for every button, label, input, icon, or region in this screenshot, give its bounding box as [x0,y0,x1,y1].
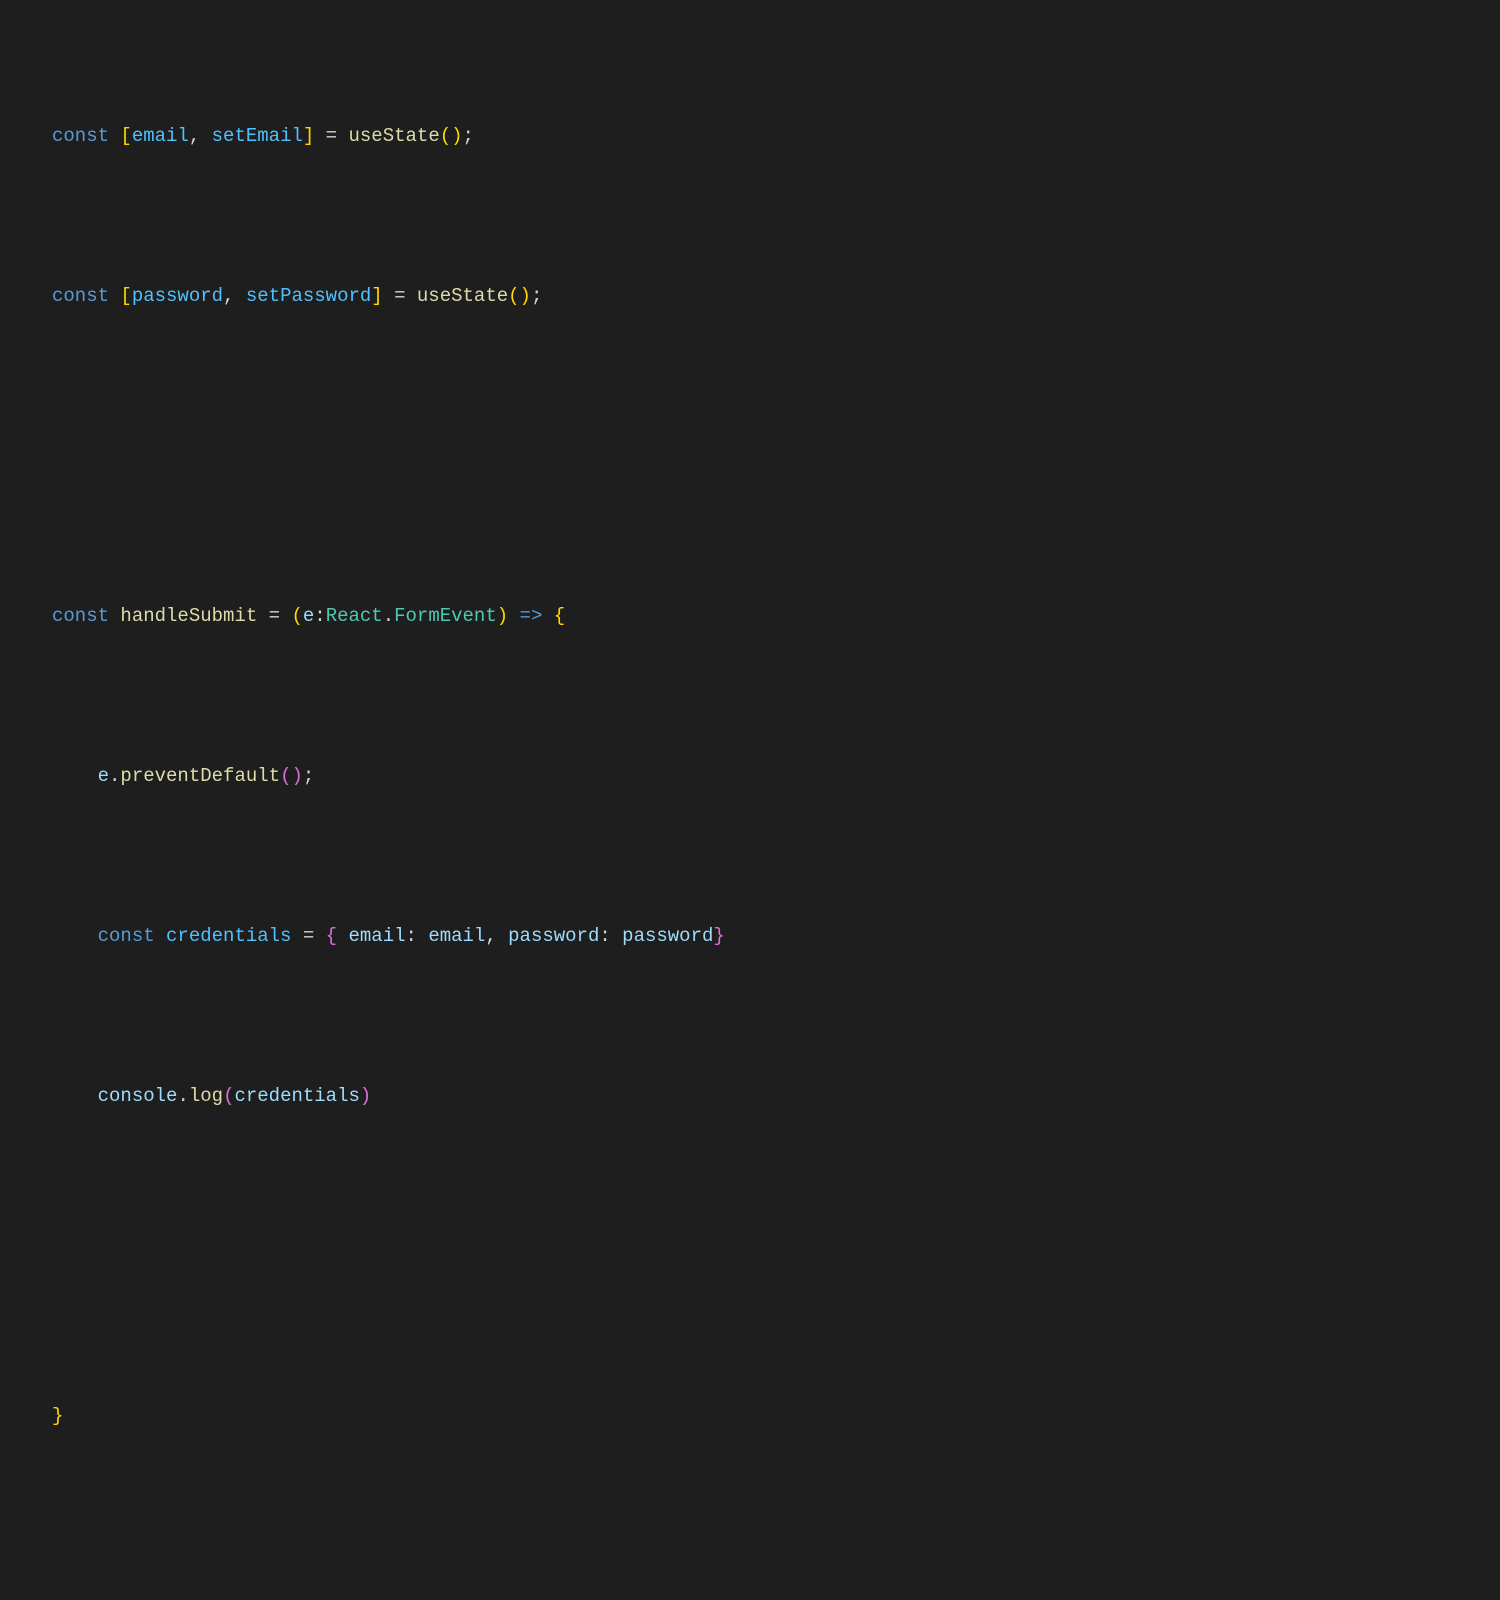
code-editor[interactable]: const [email, setEmail] = useState(); co… [0,0,1500,1600]
token-variable: setEmail [212,120,303,152]
token-bracket: [ [120,120,131,152]
code-line[interactable]: const [email, setEmail] = useState(); [0,120,1500,152]
token-bracket: ] [303,120,314,152]
token-variable: email [132,120,189,152]
code-line[interactable]: const [password, setPassword] = useState… [0,280,1500,312]
token-keyword: const [52,120,109,152]
token-function: useState [349,120,440,152]
token-space [109,120,120,152]
code-line[interactable]: console.log(credentials) [0,1080,1500,1112]
code-line[interactable] [0,1240,1500,1272]
code-line[interactable] [0,440,1500,472]
code-line[interactable]: const handleSubmit = (e:React.FormEvent)… [0,600,1500,632]
code-line[interactable] [0,1560,1500,1592]
code-line[interactable]: } [0,1400,1500,1432]
code-line[interactable]: e.preventDefault(); [0,760,1500,792]
code-line[interactable]: const credentials = { email: email, pass… [0,920,1500,952]
